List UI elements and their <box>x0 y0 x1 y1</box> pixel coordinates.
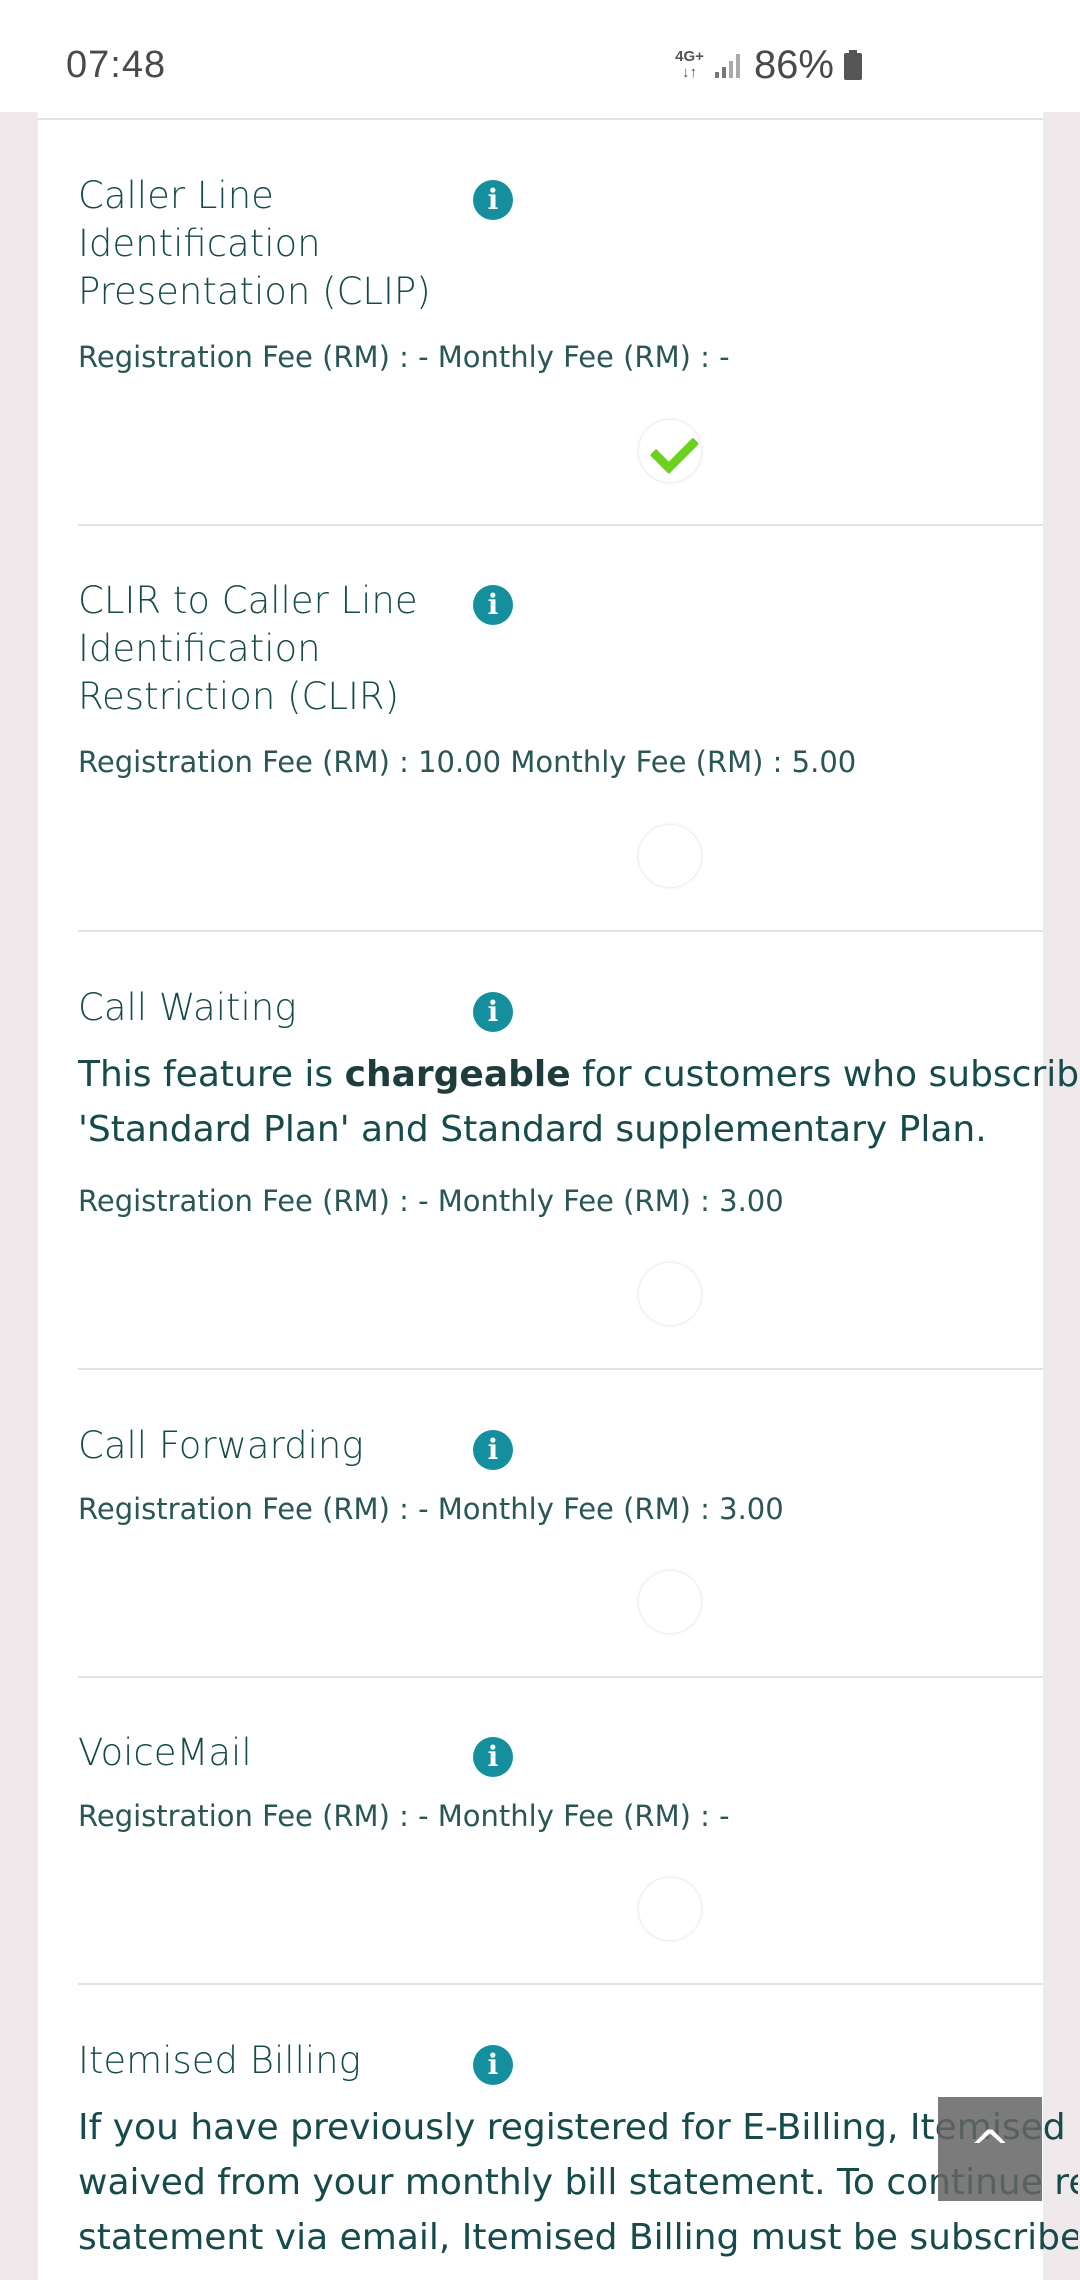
feature-fees: Registration Fee (RM) : - Monthly Fee (R… <box>78 340 730 374</box>
battery-icon <box>844 50 862 80</box>
info-icon[interactable]: i <box>473 1737 513 1777</box>
check-icon <box>649 424 700 475</box>
feature-fees: Registration Fee (RM) : - Monthly Fee (R… <box>78 1492 784 1526</box>
divider <box>78 1983 1043 1985</box>
feature-toggle-call-waiting[interactable] <box>638 1262 702 1326</box>
scroll-to-top-button[interactable]: ^ <box>938 2097 1042 2201</box>
description-text: This feature is <box>78 1054 345 1095</box>
divider <box>78 1368 1043 1370</box>
divider <box>78 524 1043 526</box>
description-text: 'Standard Plan' and Standard supplementa… <box>78 1109 987 1150</box>
description-text: waived from your monthly bill statement.… <box>78 2162 1078 2203</box>
feature-toggle-clir[interactable] <box>638 824 702 888</box>
feature-fees: Registration Fee (RM) : - Monthly Fee (R… <box>78 1799 730 1833</box>
feature-toggle-clip[interactable] <box>638 419 702 483</box>
info-icon[interactable]: i <box>473 1430 513 1470</box>
divider <box>78 930 1043 932</box>
description-text: for customers who subscribe to <box>582 1054 1078 1095</box>
signal-icon <box>714 54 740 78</box>
feature-title: CLIR to Caller Line Identification Restr… <box>78 579 418 718</box>
divider <box>38 118 1043 120</box>
feature-title: Caller Line Identification Presentation … <box>78 174 431 313</box>
feature-title: VoiceMail <box>78 1731 252 1774</box>
divider <box>78 1676 1043 1678</box>
features-panel: Caller Line Identification Presentation … <box>38 112 1078 2280</box>
scrollbar-track[interactable] <box>1043 112 1080 2280</box>
feature-toggle-voicemail[interactable] <box>638 1877 702 1941</box>
feature-description: This feature is chargeable for customers… <box>78 1047 1078 1157</box>
feature-title: Itemised Billing <box>78 2039 361 2082</box>
feature-toggle-call-forwarding[interactable] <box>638 1570 702 1634</box>
info-icon[interactable]: i <box>473 992 513 1032</box>
feature-description: If you have previously registered for E-… <box>78 2100 1078 2265</box>
network-type-label: 4G+ <box>675 48 704 65</box>
chevron-up-icon: ^ <box>969 2120 1011 2178</box>
network-arrows: ↓↑ <box>682 64 698 81</box>
description-text: statement via email, Itemised Billing mu… <box>78 2217 1078 2258</box>
info-icon[interactable]: i <box>473 2045 513 2085</box>
battery-percent: 86% <box>753 42 834 87</box>
description-bold: chargeable <box>344 1054 571 1095</box>
feature-title: Call Waiting <box>78 986 297 1029</box>
feature-fees: Registration Fee (RM) : - Monthly Fee (R… <box>78 1184 784 1218</box>
network-type-icon: 4G+ ↓↑ <box>675 49 704 81</box>
feature-fees: Registration Fee (RM) : 10.00 Monthly Fe… <box>78 745 857 779</box>
info-icon[interactable]: i <box>473 585 513 625</box>
info-icon[interactable]: i <box>473 180 513 220</box>
status-bar: 07:48 4G+ ↓↑ 86% <box>0 0 1080 112</box>
status-icons: 4G+ ↓↑ 86% <box>675 40 862 90</box>
feature-title: Call Forwarding <box>78 1424 364 1467</box>
status-time: 07:48 <box>66 44 167 86</box>
description-text: If you have previously registered for E-… <box>78 2107 1078 2148</box>
